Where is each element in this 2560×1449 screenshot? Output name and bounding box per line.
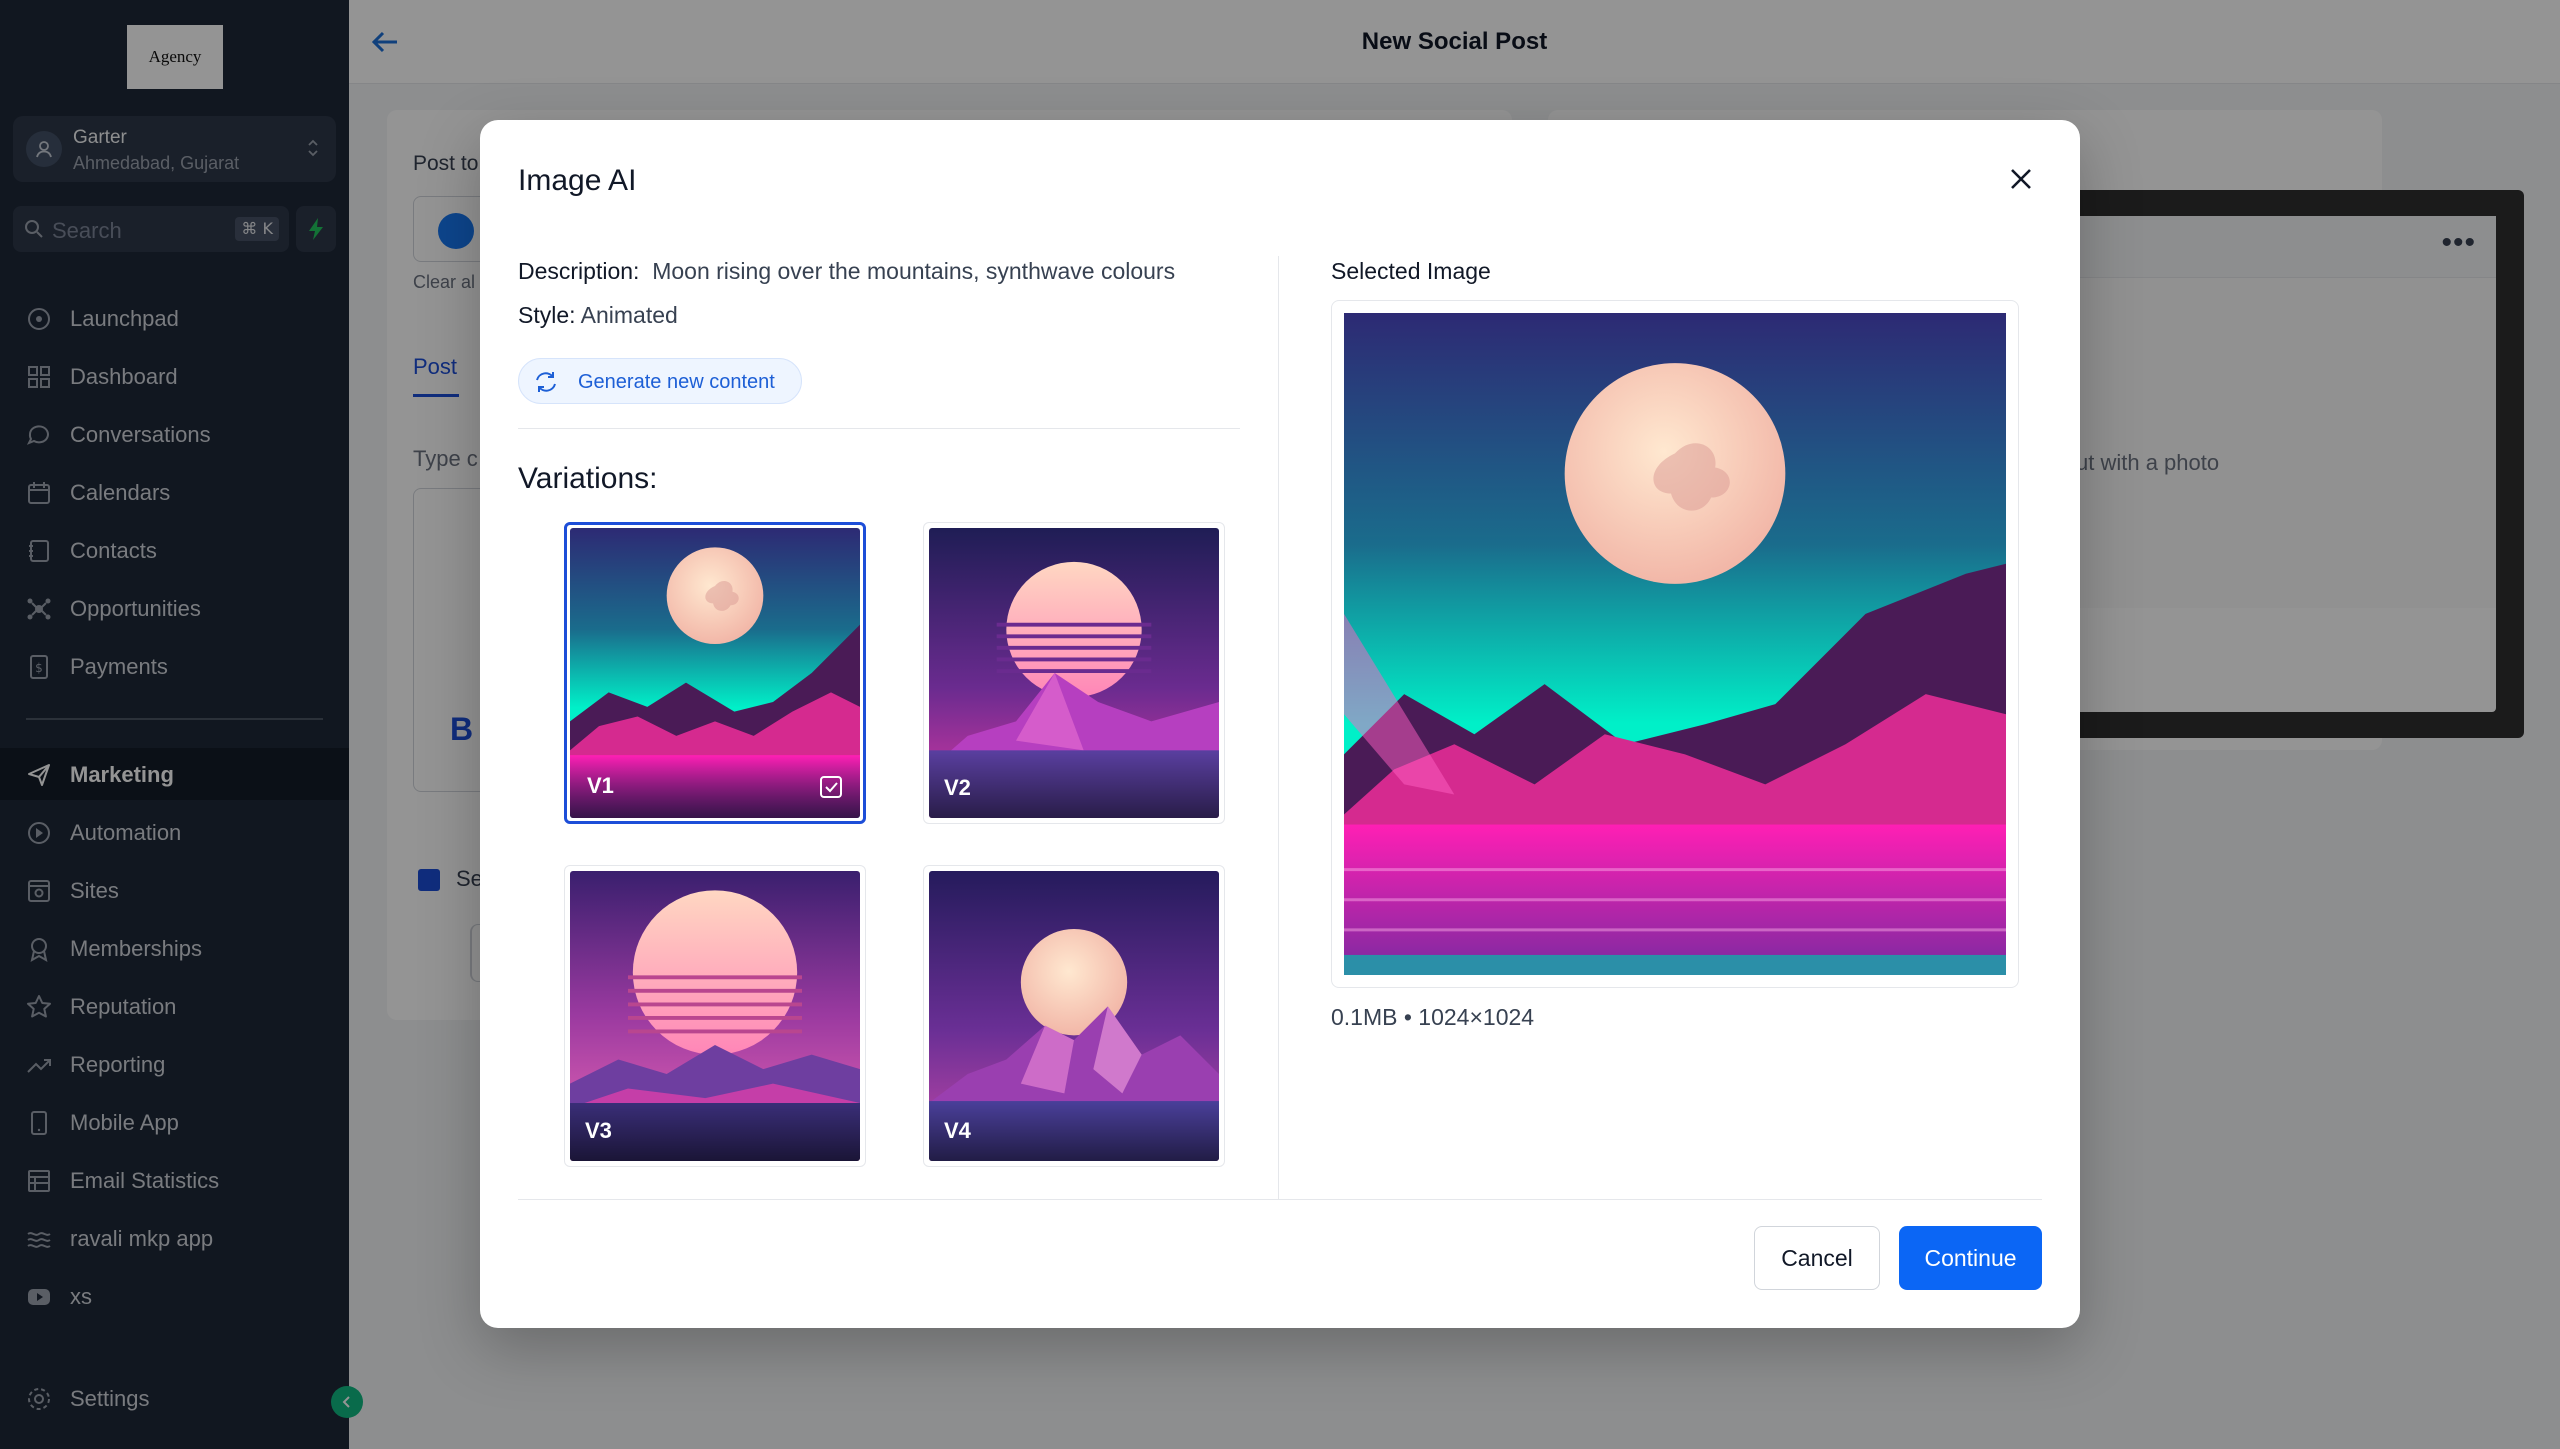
refresh-icon xyxy=(536,372,556,392)
variation-image xyxy=(929,528,1219,818)
selected-image xyxy=(1331,300,2019,988)
column-divider xyxy=(1278,256,1279,1199)
description-row: Description: Moon rising over the mounta… xyxy=(518,258,1175,285)
modal-title: Image AI xyxy=(518,164,637,197)
footer-divider xyxy=(518,1199,2042,1200)
image-meta: 0.1MB • 1024×1024 xyxy=(1331,1004,1535,1030)
style-label: Style: xyxy=(518,302,576,328)
variation-v2[interactable]: V2 xyxy=(923,522,1225,824)
close-button[interactable] xyxy=(2004,162,2038,196)
cancel-button[interactable]: Cancel xyxy=(1754,1226,1880,1290)
continue-button[interactable]: Continue xyxy=(1899,1226,2042,1290)
variation-label: V4 xyxy=(944,1118,971,1143)
divider xyxy=(518,428,1240,429)
variation-v4[interactable]: V4 xyxy=(923,865,1225,1167)
variation-v3[interactable]: V3 xyxy=(564,865,866,1167)
variation-v1[interactable]: V1 xyxy=(564,522,866,824)
description-value: Moon rising over the mountains, synthwav… xyxy=(652,258,1176,284)
variation-label: V2 xyxy=(944,775,971,800)
variation-label: V1 xyxy=(587,773,614,798)
selected-image-preview xyxy=(1344,313,2006,975)
style-row: Style: Animated xyxy=(518,302,678,329)
variation-image xyxy=(570,871,860,1161)
selected-check-icon xyxy=(820,776,842,798)
variation-image xyxy=(929,871,1219,1161)
variation-label: V3 xyxy=(585,1118,612,1143)
generate-new-content-button[interactable]: Generate new content xyxy=(518,358,802,404)
style-value: Animated xyxy=(580,302,678,328)
image-ai-modal: Image AI Description: Moon rising over t… xyxy=(480,120,2080,1328)
generate-label: Generate new content xyxy=(578,371,775,393)
variations-heading: Variations: xyxy=(518,462,658,495)
description-label: Description: xyxy=(518,258,640,284)
selected-image-label: Selected Image xyxy=(1331,258,1491,284)
close-icon xyxy=(2011,169,2031,189)
